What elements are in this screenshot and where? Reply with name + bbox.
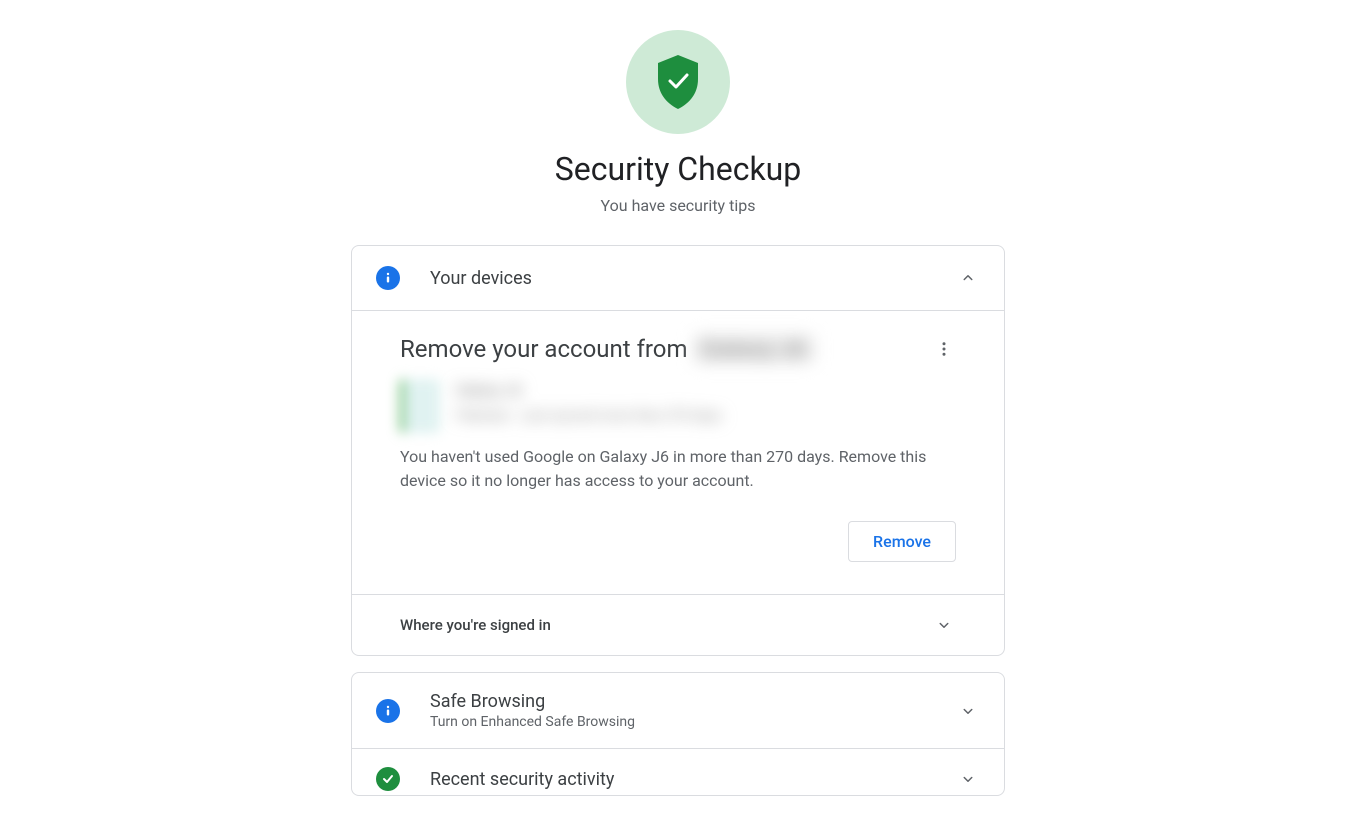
remove-account-heading: Remove your account from Galaxy J6	[400, 335, 814, 363]
device-info-row: Galaxy J6 Pakistan · Last synced more th…	[400, 379, 956, 433]
your-devices-header[interactable]: Your devices	[352, 246, 1004, 310]
check-icon	[376, 767, 400, 791]
your-devices-card: Your devices Remove your account from Ga…	[351, 245, 1005, 656]
device-text-info-blurred: Galaxy J6 Pakistan · Last synced more th…	[456, 379, 722, 427]
info-icon	[376, 266, 400, 290]
secondary-card: Safe Browsing Turn on Enhanced Safe Brow…	[351, 672, 1005, 796]
chevron-down-icon	[956, 767, 980, 791]
your-devices-title: Your devices	[430, 268, 956, 289]
chevron-down-icon	[932, 613, 956, 637]
remove-button[interactable]: Remove	[848, 521, 956, 562]
where-signed-in-title: Where you're signed in	[400, 616, 551, 634]
device-thumbnail-icon	[400, 379, 440, 433]
where-signed-in-row[interactable]: Where you're signed in	[352, 594, 1004, 655]
device-description: You haven't used Google on Galaxy J6 in …	[400, 445, 956, 493]
safe-browsing-subtitle: Turn on Enhanced Safe Browsing	[430, 714, 956, 730]
device-detail-body: Remove your account from Galaxy J6 Galax…	[352, 310, 1004, 594]
hero-shield-icon	[626, 30, 730, 134]
remove-account-heading-prefix: Remove your account from	[400, 335, 688, 363]
recent-activity-header[interactable]: Recent security activity	[352, 749, 1004, 795]
recent-activity-title: Recent security activity	[430, 769, 956, 790]
chevron-down-icon	[956, 699, 980, 723]
page-title: Security Checkup	[555, 150, 802, 188]
safe-browsing-header[interactable]: Safe Browsing Turn on Enhanced Safe Brow…	[352, 673, 1004, 748]
page-subtitle: You have security tips	[601, 196, 756, 215]
chevron-up-icon	[956, 266, 980, 290]
device-name-blurred: Galaxy J6	[694, 335, 814, 363]
info-icon	[376, 699, 400, 723]
safe-browsing-title: Safe Browsing	[430, 691, 956, 712]
more-options-button[interactable]	[932, 337, 956, 361]
